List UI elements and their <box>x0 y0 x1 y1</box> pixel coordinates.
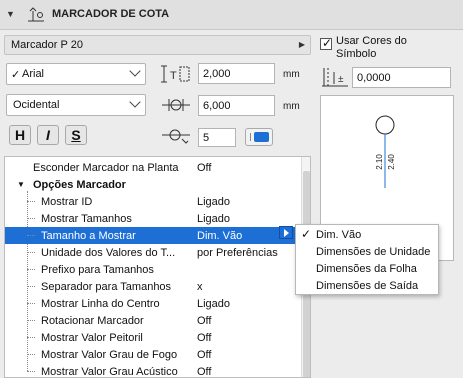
chevron-down-icon <box>129 65 141 77</box>
text-offset-icon <box>162 99 190 111</box>
tree-row[interactable]: ▼ Opções Marcador <box>5 176 297 193</box>
tree-row[interactable]: Mostrar Valor Grau Acústico Off <box>5 363 297 378</box>
pen-color-divider <box>250 133 251 141</box>
tree-row-label: Mostrar Valor Grau Acústico <box>41 366 178 378</box>
chevron-right-icon: ▶ <box>298 40 305 49</box>
font-value: Arial <box>22 68 45 80</box>
encoding-value: Ocidental <box>13 99 60 111</box>
tree-row-label: Separador para Tamanhos <box>41 281 172 293</box>
tree-row[interactable]: Tamanho a Mostrar Dim. Vão <box>5 227 297 244</box>
tree-row-label: Rotacionar Marcador <box>41 315 144 327</box>
tree-row[interactable]: Rotacionar Marcador Off <box>5 312 297 329</box>
text-height-value: 2,000 <box>203 68 231 80</box>
menu-item[interactable]: Dimensões de Saída <box>296 277 438 294</box>
tree-row-value: Ligado <box>197 298 231 310</box>
menu-item-label: Dim. Vão <box>316 229 362 241</box>
encoding-select[interactable]: Ocidental <box>6 94 146 116</box>
menu-item-label: Dimensões da Folha <box>316 263 417 275</box>
text-height-icon: T <box>161 65 190 83</box>
tree-row-label: Mostrar ID <box>41 196 93 208</box>
tree-row-value: Ligado <box>197 213 231 225</box>
menu-item[interactable]: Dimensões da Folha <box>296 260 438 277</box>
tree-row-value: x <box>197 281 203 293</box>
text-height-unit: mm <box>283 69 300 80</box>
menu-item-label: Dimensões de Unidade <box>316 246 431 258</box>
tree-row[interactable]: Mostrar Valor Peitoril Off <box>5 329 297 346</box>
panel-title: MARCADOR DE COTA <box>52 8 170 20</box>
tree-row-value: Off <box>197 332 212 344</box>
elevation-dimension-icon <box>28 7 44 22</box>
pen-color-swatch <box>254 132 269 142</box>
tree-row[interactable]: Mostrar Linha do Centro Ligado <box>5 295 297 312</box>
tree-row[interactable]: Esconder Marcador na Planta Off <box>5 159 297 176</box>
pen-color-button[interactable] <box>245 128 273 146</box>
tree-row[interactable]: Separador para Tamanhos x <box>5 278 297 295</box>
tree-row[interactable]: Mostrar ID Ligado <box>5 193 297 210</box>
tree-row[interactable]: Mostrar Valor Grau de Fogo Off <box>5 346 297 363</box>
italic-button[interactable]: I <box>37 125 59 145</box>
font-checkmark-icon: ✓ <box>11 69 21 81</box>
tree-row-label: Opções Marcador <box>33 179 126 191</box>
chevron-down-icon <box>129 96 141 108</box>
tree-row-value: Off <box>197 315 212 327</box>
preview-text-1: 2.10 <box>375 154 384 170</box>
text-pen-icon <box>162 129 190 144</box>
text-offset-value: 6,000 <box>203 100 231 112</box>
marker-selector[interactable]: Marcador P 20 ▶ <box>4 35 311 55</box>
text-pen-value: 5 <box>203 132 210 144</box>
tree-row-label: Mostrar Tamanhos <box>41 213 132 225</box>
tree-row-label: Esconder Marcador na Planta <box>33 162 179 174</box>
svg-text:±: ± <box>338 74 344 85</box>
tree-row-label: Mostrar Linha do Centro <box>41 298 160 310</box>
expand-triangle-icon[interactable]: ▼ <box>17 180 25 189</box>
text-offset-input[interactable]: 6,000 <box>198 95 275 116</box>
menu-item[interactable]: ✓ Dim. Vão <box>296 226 438 243</box>
tree-row-value: Off <box>197 366 212 378</box>
tree-row-label: Unidade dos Valores do T... <box>41 247 176 259</box>
marker-size-icon: ± <box>322 68 348 87</box>
text-pen-input[interactable]: 5 <box>198 128 236 147</box>
symbol-colors-label-line2: Símbolo <box>336 48 377 60</box>
menu-item[interactable]: Dimensões de Unidade <box>296 243 438 260</box>
tree-row-value: Ligado <box>197 196 231 208</box>
marker-size-value: 0,0000 <box>357 72 391 84</box>
text-offset-unit: mm <box>283 101 300 112</box>
tree-row-label: Mostrar Valor Peitoril <box>41 332 143 344</box>
bold-button[interactable]: H <box>9 125 31 145</box>
marker-selector-label: Marcador P 20 <box>11 39 83 51</box>
symbol-colors-label-line1: Usar Cores do <box>336 35 407 47</box>
tree-row-label: Mostrar Valor Grau de Fogo <box>41 349 178 361</box>
tree-row-value: Off <box>197 349 212 361</box>
checkmark-icon: ✓ <box>301 227 312 241</box>
tree-row[interactable]: Mostrar Tamanhos Ligado <box>5 210 297 227</box>
underline-button[interactable]: S <box>65 125 87 145</box>
preview-text-2: 2.40 <box>387 154 396 170</box>
text-height-input[interactable]: 2,000 <box>198 63 275 84</box>
chevron-down-icon[interactable]: ▼ <box>6 9 15 19</box>
svg-text:T: T <box>170 70 177 82</box>
settings-tree[interactable]: Esconder Marcador na Planta Off ▼ Opções Ma… <box>4 156 311 378</box>
tree-row-value: Off <box>197 162 212 174</box>
panel-header[interactable]: ▼ MARCADOR DE COTA <box>0 0 463 30</box>
size-options-menu[interactable]: ✓ Dim. Vão Dimensões de Unidade Dimensões d… <box>295 224 439 295</box>
tree-row[interactable]: Prefixo para Tamanhos <box>5 261 297 278</box>
tree-row[interactable]: Unidade dos Valores do T... por Preferênc… <box>5 244 297 261</box>
tree-row-value: por Preferências <box>197 247 278 259</box>
font-select[interactable]: ✓ Arial <box>6 63 146 85</box>
value-popup-button[interactable] <box>279 226 293 239</box>
marker-size-input[interactable]: 0,0000 <box>352 67 451 88</box>
symbol-colors-checkbox[interactable] <box>320 36 332 50</box>
tree-row-label: Prefixo para Tamanhos <box>41 264 154 276</box>
menu-item-label: Dimensões de Saída <box>316 280 419 292</box>
tree-row-label: Tamanho a Mostrar <box>41 230 136 242</box>
